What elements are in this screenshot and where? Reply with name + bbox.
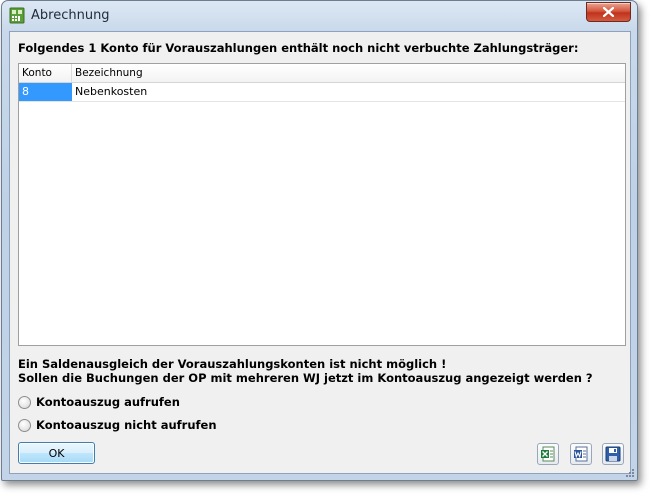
message-line-1: Ein Saldenausgleich der Vorauszahlungsko… bbox=[18, 357, 447, 371]
cell-bezeichnung[interactable]: Nebenkosten bbox=[72, 83, 625, 101]
excel-export-button[interactable] bbox=[537, 443, 559, 465]
dialog-window: Abrechnung Folgendes 1 Konto für Vorausz… bbox=[1, 0, 638, 481]
radio-button[interactable] bbox=[18, 418, 31, 432]
cell-konto[interactable]: 8 bbox=[19, 83, 72, 101]
radio-kontoauszug-nicht-aufrufen[interactable]: Kontoauszug nicht aufrufen bbox=[18, 417, 217, 433]
word-export-button[interactable] bbox=[570, 443, 592, 465]
table-header: Konto Bezeichnung bbox=[19, 64, 625, 83]
save-disk-icon bbox=[605, 446, 621, 462]
radio-kontoauszug-aufrufen[interactable]: Kontoauszug aufrufen bbox=[18, 394, 180, 410]
app-calculator-icon bbox=[9, 7, 25, 24]
radio-label: Kontoauszug aufrufen bbox=[36, 395, 180, 409]
word-export-icon bbox=[574, 446, 588, 462]
window-title: Abrechnung bbox=[31, 8, 110, 23]
radio-button[interactable] bbox=[18, 395, 31, 409]
resize-grip-icon[interactable] bbox=[625, 468, 635, 478]
konto-table[interactable]: Konto Bezeichnung 8 Nebenkosten bbox=[18, 63, 626, 346]
table-row[interactable]: 8 Nebenkosten bbox=[19, 83, 625, 102]
close-icon bbox=[603, 7, 614, 17]
radio-label: Kontoauszug nicht aufrufen bbox=[36, 418, 217, 432]
ok-button[interactable]: OK bbox=[18, 442, 95, 464]
title-bar[interactable]: Abrechnung bbox=[2, 1, 637, 31]
message-line-2: Sollen die Buchungen der OP mit mehreren… bbox=[18, 371, 593, 385]
close-button[interactable] bbox=[586, 2, 631, 22]
excel-export-icon bbox=[541, 446, 555, 462]
save-button[interactable] bbox=[602, 443, 624, 465]
column-header-konto[interactable]: Konto bbox=[19, 64, 72, 82]
dialog-heading: Folgendes 1 Konto für Vorauszahlungen en… bbox=[18, 41, 579, 55]
dialog-content: Folgendes 1 Konto für Vorauszahlungen en… bbox=[9, 31, 631, 474]
column-header-bezeichnung[interactable]: Bezeichnung bbox=[72, 64, 625, 82]
